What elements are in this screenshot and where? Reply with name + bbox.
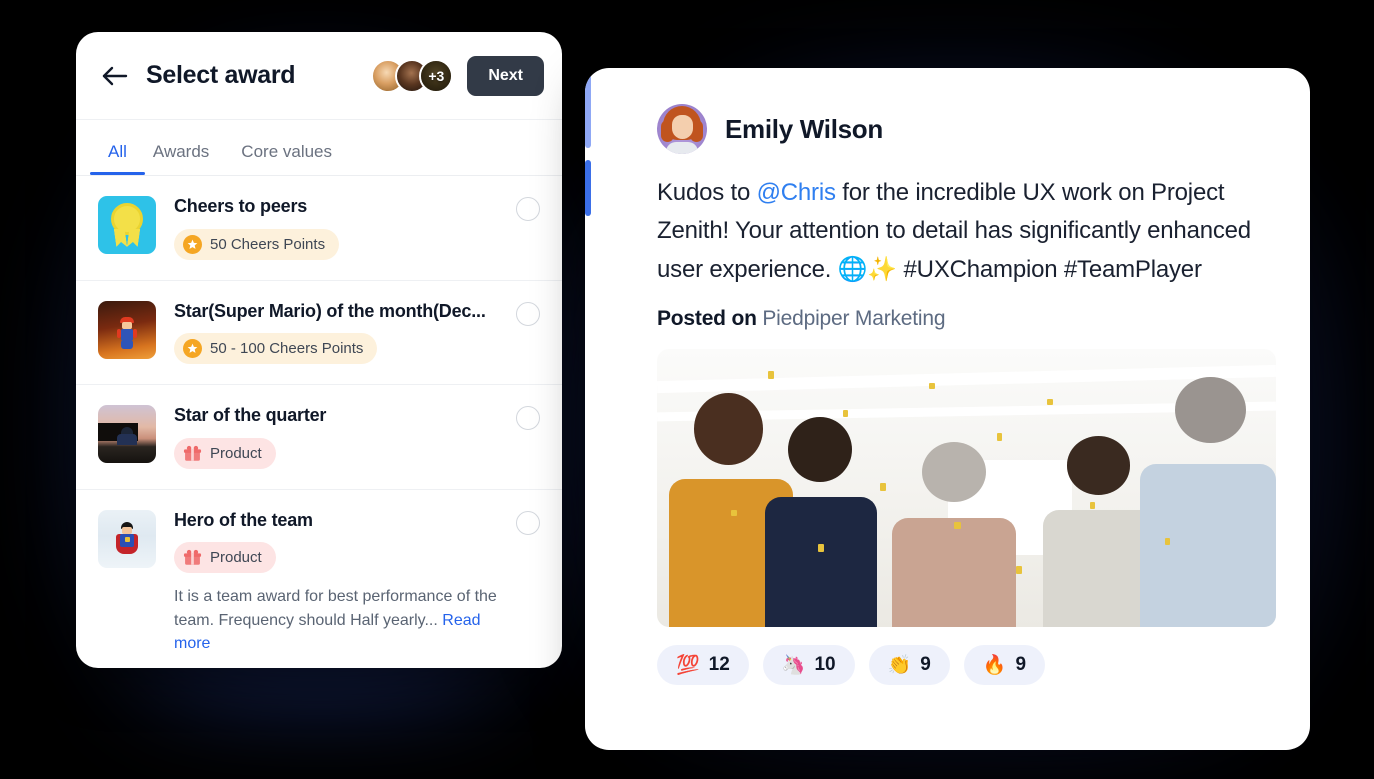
clapping-hands-emoji: 👏 bbox=[887, 654, 912, 676]
award-name: Star of the quarter bbox=[174, 405, 327, 426]
next-button[interactable]: Next bbox=[467, 55, 544, 96]
photo-person bbox=[892, 438, 1017, 628]
award-details: Star(Super Mario) of the month(Dec... 50… bbox=[174, 301, 516, 365]
award-radio[interactable] bbox=[516, 301, 540, 326]
mention-link[interactable]: @Chris bbox=[757, 179, 836, 206]
panel-header: Select award +3 Next bbox=[76, 32, 562, 120]
gift-icon bbox=[183, 550, 202, 566]
sunset-silhouette-image bbox=[98, 405, 156, 464]
reaction-bar: 💯 12 🦄 10 👏 9 🔥 9 bbox=[657, 645, 1276, 686]
award-category-label: Product bbox=[210, 444, 262, 462]
award-list-item[interactable]: Cheers to peers 50 Cheers Points bbox=[76, 176, 562, 281]
screenshot-root: Select award +3 Next All Awards Core val… bbox=[0, 0, 1374, 779]
celebration-photo bbox=[657, 349, 1276, 628]
fire-emoji: 🔥 bbox=[982, 654, 1007, 676]
page-title: Select award bbox=[146, 61, 296, 89]
award-radio[interactable] bbox=[516, 197, 540, 221]
award-category-label: Product bbox=[210, 549, 262, 567]
posted-on-row: Posted on Piedpiper Marketing bbox=[619, 307, 1276, 331]
post-author-name: Emily Wilson bbox=[725, 113, 883, 144]
award-filter-tabs: All Awards Core values bbox=[76, 120, 562, 176]
award-points-pill: 50 Cheers Points bbox=[174, 228, 340, 260]
accent-bar-bottom bbox=[585, 160, 591, 216]
reaction-unicorn[interactable]: 🦄 10 bbox=[762, 645, 855, 686]
gift-icon bbox=[183, 445, 202, 461]
award-name: Hero of the team bbox=[174, 509, 313, 530]
superman-figure-image bbox=[98, 509, 156, 568]
participant-avatar-stack[interactable]: +3 bbox=[371, 58, 454, 93]
award-list-item[interactable]: Star(Super Mario) of the month(Dec... 50… bbox=[76, 281, 562, 386]
kudos-post-card: Emily Wilson Kudos to @Chris for the inc… bbox=[585, 68, 1310, 750]
tab-core-values[interactable]: Core values bbox=[225, 142, 348, 175]
award-points-label: 50 - 100 Cheers Points bbox=[210, 340, 364, 358]
post-text-part1: Kudos to bbox=[657, 179, 757, 206]
award-category-pill: Product bbox=[174, 437, 276, 469]
arrow-left-icon bbox=[102, 66, 128, 85]
mario-figure-image bbox=[98, 300, 156, 359]
award-name: Star(Super Mario) of the month(Dec... bbox=[174, 300, 486, 321]
posted-on-org[interactable]: Piedpiper Marketing bbox=[762, 307, 945, 330]
award-list-item[interactable]: Star of the quarter Product bbox=[76, 385, 562, 490]
award-list-item[interactable]: Hero of the team Product It is a team aw… bbox=[76, 490, 562, 668]
reaction-count: 9 bbox=[1015, 654, 1027, 676]
back-button[interactable] bbox=[98, 59, 132, 93]
award-points-label: 50 Cheers Points bbox=[210, 235, 326, 253]
avatar[interactable] bbox=[657, 104, 707, 154]
award-details: Star of the quarter Product bbox=[174, 405, 516, 469]
star-coin-icon bbox=[183, 234, 202, 254]
award-details: Hero of the team Product It is a team aw… bbox=[174, 510, 516, 655]
post-body: Kudos to @Chris for the incredible UX wo… bbox=[619, 174, 1276, 289]
award-list: Cheers to peers 50 Cheers Points Star(Su… bbox=[76, 176, 562, 668]
reaction-hundred-points[interactable]: 💯 12 bbox=[657, 645, 749, 686]
tab-all[interactable]: All bbox=[90, 142, 145, 175]
photo-person bbox=[762, 410, 880, 628]
accent-bar-top bbox=[585, 68, 591, 148]
posted-on-label: Posted on bbox=[657, 307, 757, 331]
photo-person bbox=[1139, 371, 1276, 628]
select-award-panel: Select award +3 Next All Awards Core val… bbox=[76, 32, 562, 668]
award-description: It is a team award for best performance … bbox=[174, 585, 506, 655]
hundred-points-emoji: 💯 bbox=[676, 654, 700, 676]
star-coin-icon bbox=[183, 339, 202, 359]
avatar-overflow-count: +3 bbox=[428, 67, 445, 84]
award-category-pill: Product bbox=[174, 542, 276, 574]
reaction-count: 12 bbox=[708, 654, 730, 676]
unicorn-emoji: 🦄 bbox=[781, 654, 806, 676]
award-radio[interactable] bbox=[516, 510, 540, 535]
avatar-overflow[interactable]: +3 bbox=[419, 58, 454, 93]
reaction-count: 10 bbox=[814, 654, 836, 676]
award-name: Cheers to peers bbox=[174, 196, 308, 216]
award-details: Cheers to peers 50 Cheers Points bbox=[174, 196, 516, 260]
reaction-count: 9 bbox=[920, 654, 931, 676]
reaction-fire[interactable]: 🔥 9 bbox=[963, 645, 1046, 686]
post-author-row: Emily Wilson bbox=[619, 104, 1276, 154]
reaction-clapping-hands[interactable]: 👏 9 bbox=[868, 645, 950, 686]
award-points-pill: 50 - 100 Cheers Points bbox=[174, 333, 378, 365]
medal-rosette-icon bbox=[98, 196, 156, 254]
tab-awards[interactable]: Awards bbox=[137, 142, 225, 175]
award-radio[interactable] bbox=[516, 406, 540, 431]
